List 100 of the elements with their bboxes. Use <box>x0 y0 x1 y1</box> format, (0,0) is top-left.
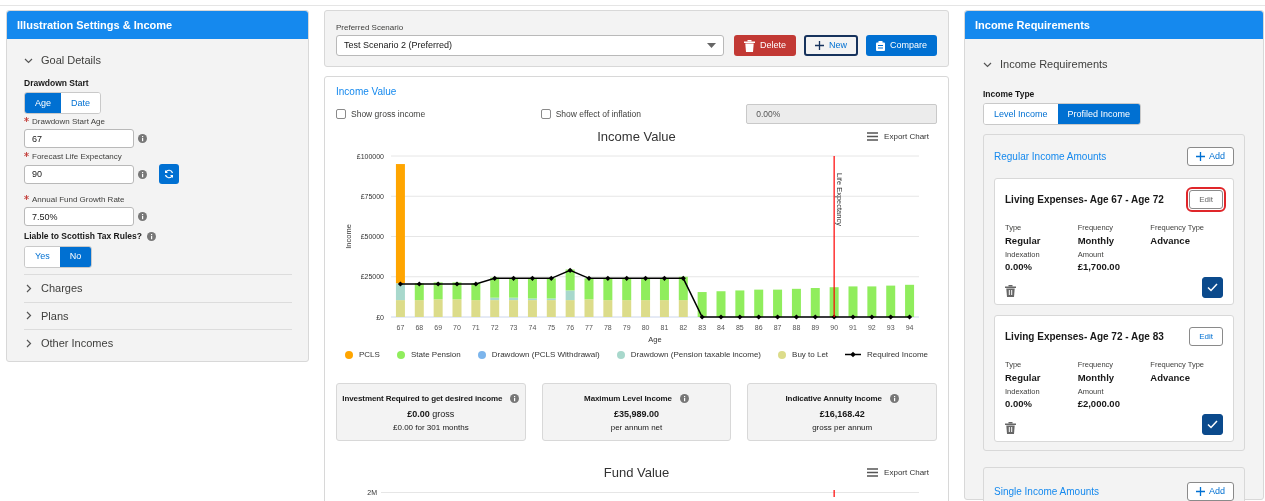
clipboard-icon <box>876 40 885 51</box>
bar <box>735 289 745 317</box>
field-label: Annual Fund Growth Rate <box>32 194 125 207</box>
legend-line-icon <box>845 351 862 358</box>
chart-title: Fund Value <box>603 465 670 480</box>
compare-button[interactable]: Compare <box>866 35 937 56</box>
legend-dot-icon <box>778 350 787 359</box>
add-button[interactable]: Add <box>1187 147 1234 167</box>
info-icon <box>146 232 156 242</box>
field-value: £1,700.00 <box>1077 260 1121 274</box>
data-point <box>888 313 894 320</box>
legend-label: PCLS <box>359 348 380 361</box>
bar <box>773 289 783 317</box>
delete-button[interactable] <box>1005 421 1016 436</box>
data-point <box>435 280 441 287</box>
legend-label: Drawdown (PCLS Withdrawal) <box>491 348 600 361</box>
data-point <box>718 313 724 320</box>
trash-icon <box>1005 422 1016 435</box>
data-point <box>416 280 422 287</box>
data-point <box>850 313 856 320</box>
bar <box>754 289 764 317</box>
field-value: Monthly <box>1077 370 1116 385</box>
confirm-button[interactable] <box>1202 277 1223 299</box>
toggle-option[interactable]: Profiled Income <box>1057 104 1141 125</box>
accordion-header[interactable]: Income Requirements <box>983 51 1245 78</box>
info-icon <box>138 169 147 179</box>
field-value: 0.00% <box>1005 260 1033 274</box>
bar <box>433 281 443 299</box>
summary-title: Indicative Annuity Income <box>785 392 882 405</box>
panel-header: Illustration Settings & Income <box>7 11 308 39</box>
accordion-header[interactable]: Plans <box>24 302 292 329</box>
select-field[interactable]: Test Scenario 2 (Preferred) <box>336 35 724 56</box>
caret-down-icon <box>706 43 716 48</box>
data-point <box>737 313 743 320</box>
group-title: Single Income Amounts <box>994 485 1100 500</box>
bar <box>886 285 896 317</box>
bar <box>471 282 481 300</box>
edit-button[interactable]: Edit <box>1189 327 1223 347</box>
refresh-button[interactable] <box>159 164 179 185</box>
bar <box>452 281 462 299</box>
bar <box>791 288 801 317</box>
bar <box>697 291 707 317</box>
data-point <box>492 275 498 281</box>
section-link[interactable]: Income Value <box>336 84 397 99</box>
data-point <box>397 280 404 287</box>
accordion-header[interactable]: Other Incomes <box>24 330 292 357</box>
trash-icon <box>1005 285 1016 298</box>
toggle-option[interactable]: Age <box>25 93 61 114</box>
summary-title: Investment Required to get desired income <box>342 392 503 405</box>
check-icon <box>1207 420 1218 430</box>
field-value: 0.00% <box>1005 397 1033 411</box>
data-point <box>548 275 554 281</box>
checkbox[interactable] <box>540 109 551 119</box>
edit-button[interactable]: Edit <box>1189 190 1223 210</box>
legend-dot-icon <box>477 350 486 359</box>
data-point <box>774 313 781 320</box>
field-label: Forecast Life Expectancy <box>32 151 122 164</box>
refresh-icon <box>164 169 174 180</box>
confirm-button[interactable] <box>1202 414 1223 436</box>
input-field[interactable]: 7.50% <box>24 207 134 227</box>
bar <box>641 277 651 300</box>
info-icon <box>138 134 147 144</box>
menu-icon <box>867 132 879 142</box>
card-title: Living Expenses- Age 67 - Age 72 <box>1005 193 1164 208</box>
data-point <box>454 280 460 287</box>
bar <box>622 299 632 317</box>
plus-icon <box>1196 487 1205 497</box>
new-button[interactable]: New <box>803 35 858 56</box>
checkbox-label: Show gross income <box>351 107 426 121</box>
data-point <box>661 275 668 281</box>
field-value: £2,000.00 <box>1077 397 1121 411</box>
checkbox-label: Show effect of inflation <box>555 107 641 121</box>
checkbox[interactable] <box>336 109 346 119</box>
field-value: Advance <box>1150 370 1191 385</box>
summary-value: £0.00 gross <box>406 407 456 421</box>
data-point <box>624 275 630 281</box>
delete-button[interactable]: Delete <box>733 35 796 56</box>
bar <box>603 277 613 300</box>
field-label: Liable to Scottish Tax Rules? <box>24 230 142 243</box>
field-value: Monthly <box>1077 233 1116 248</box>
menu-icon <box>867 468 879 478</box>
chart-title: Income Value <box>597 129 676 144</box>
input-field[interactable]: 67 <box>24 129 134 149</box>
toggle-option[interactable]: No <box>59 247 92 267</box>
summary-value: £16,168.42 <box>818 407 866 421</box>
data-point <box>793 313 800 320</box>
field-label: Preferred Scenario <box>336 22 405 34</box>
add-button[interactable]: Add <box>1187 482 1234 501</box>
export-chart-button[interactable]: Export Chart <box>817 129 937 144</box>
data-point <box>831 313 837 320</box>
input-field[interactable]: 90 <box>24 164 134 184</box>
bar <box>678 299 688 317</box>
bar <box>603 299 613 317</box>
field-value: Regular <box>1005 233 1042 248</box>
export-chart-button[interactable]: Export Chart <box>817 465 937 480</box>
accordion-header[interactable]: Goal Details <box>24 47 298 74</box>
delete-button[interactable] <box>1005 284 1016 299</box>
legend-dot-icon <box>396 350 405 359</box>
legend-dot-icon <box>616 350 625 359</box>
accordion-header[interactable]: Charges <box>24 275 292 302</box>
